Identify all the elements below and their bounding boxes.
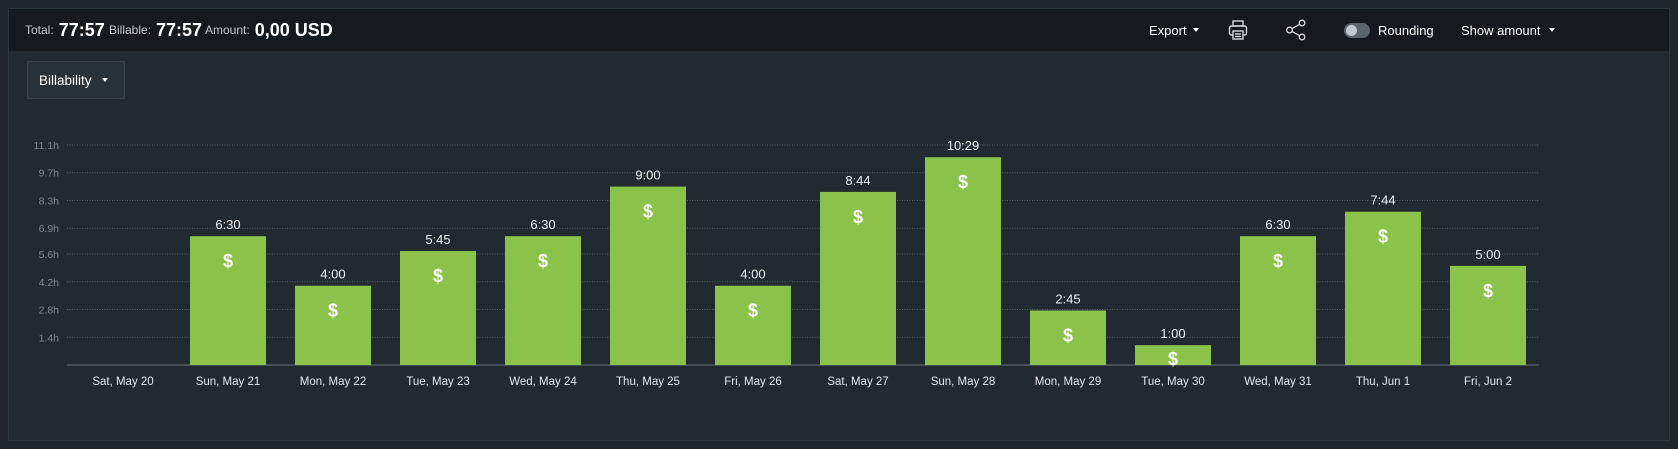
x-tick-label: Thu, May 25 bbox=[616, 376, 680, 388]
bar-value-label: 1:00 bbox=[1160, 326, 1185, 341]
dollar-icon: $ bbox=[328, 301, 338, 321]
dollar-icon: $ bbox=[853, 207, 863, 227]
bar-chart: 1.4h 2.8h 4.2h 5.6h 6.9h 8.3h 9.7h 11.1h Sat, Ma… bbox=[34, 138, 1539, 388]
bar-value-label: 5:00 bbox=[1475, 247, 1500, 262]
x-tick-label: Mon, May 29 bbox=[1035, 376, 1101, 388]
bar-value-label: 9:00 bbox=[635, 168, 660, 183]
dollar-icon: $ bbox=[1273, 251, 1283, 271]
x-tick-label: Mon, May 22 bbox=[300, 376, 366, 388]
dollar-icon: $ bbox=[748, 301, 758, 321]
bar-value-label: 6:30 bbox=[530, 217, 555, 232]
y-tick-label: 8.3h bbox=[39, 195, 60, 207]
dollar-icon: $ bbox=[958, 172, 968, 192]
dollar-icon: $ bbox=[433, 266, 443, 286]
dollar-icon: $ bbox=[643, 202, 653, 222]
x-tick-label: Tue, May 30 bbox=[1141, 376, 1205, 388]
bar bbox=[295, 285, 371, 365]
y-tick-label: 1.4h bbox=[39, 332, 60, 344]
bar-value-label: 4:00 bbox=[740, 267, 765, 282]
dollar-icon: $ bbox=[1378, 227, 1388, 247]
bar-value-label: 7:44 bbox=[1370, 193, 1395, 208]
x-tick-label: Fri, Jun 2 bbox=[1464, 376, 1512, 388]
y-tick-label: 4.2h bbox=[39, 277, 60, 289]
dollar-icon: $ bbox=[1063, 325, 1073, 345]
bar-value-label: 4:00 bbox=[320, 267, 345, 282]
x-tick-label: Fri, May 26 bbox=[724, 376, 782, 388]
y-tick-label: 5.6h bbox=[39, 249, 60, 261]
y-tick-label: 11.1h bbox=[34, 140, 60, 152]
dollar-icon: $ bbox=[223, 251, 233, 271]
bar-value-label: 5:45 bbox=[425, 232, 450, 247]
bar bbox=[715, 285, 791, 365]
x-tick-label: Sat, May 20 bbox=[92, 376, 153, 388]
y-tick-label: 9.7h bbox=[39, 168, 60, 180]
y-tick-label: 6.9h bbox=[39, 223, 60, 235]
bar-value-label: 10:29 bbox=[947, 138, 980, 153]
dollar-icon: $ bbox=[1168, 349, 1178, 369]
x-tick-label: Sun, May 28 bbox=[931, 376, 996, 388]
x-tick-label: Wed, May 24 bbox=[509, 376, 577, 388]
dollar-icon: $ bbox=[1483, 281, 1493, 301]
y-tick-label: 2.8h bbox=[39, 305, 60, 317]
x-tick-label: Sat, May 27 bbox=[827, 376, 888, 388]
dollar-icon: $ bbox=[538, 251, 548, 271]
bar-value-label: 6:30 bbox=[1265, 217, 1290, 232]
bar-value-label: 8:44 bbox=[845, 173, 870, 188]
report-panel: Total: 77:57 Billable: 77:57 Amount: 0,0… bbox=[8, 8, 1670, 441]
bar-value-label: 2:45 bbox=[1055, 291, 1080, 306]
x-tick-label: Wed, May 31 bbox=[1244, 376, 1312, 388]
bar-value-label: 6:30 bbox=[215, 217, 240, 232]
x-tick-label: Thu, Jun 1 bbox=[1356, 376, 1410, 388]
x-tick-label: Sun, May 21 bbox=[196, 376, 261, 388]
x-tick-label: Tue, May 23 bbox=[406, 376, 470, 388]
